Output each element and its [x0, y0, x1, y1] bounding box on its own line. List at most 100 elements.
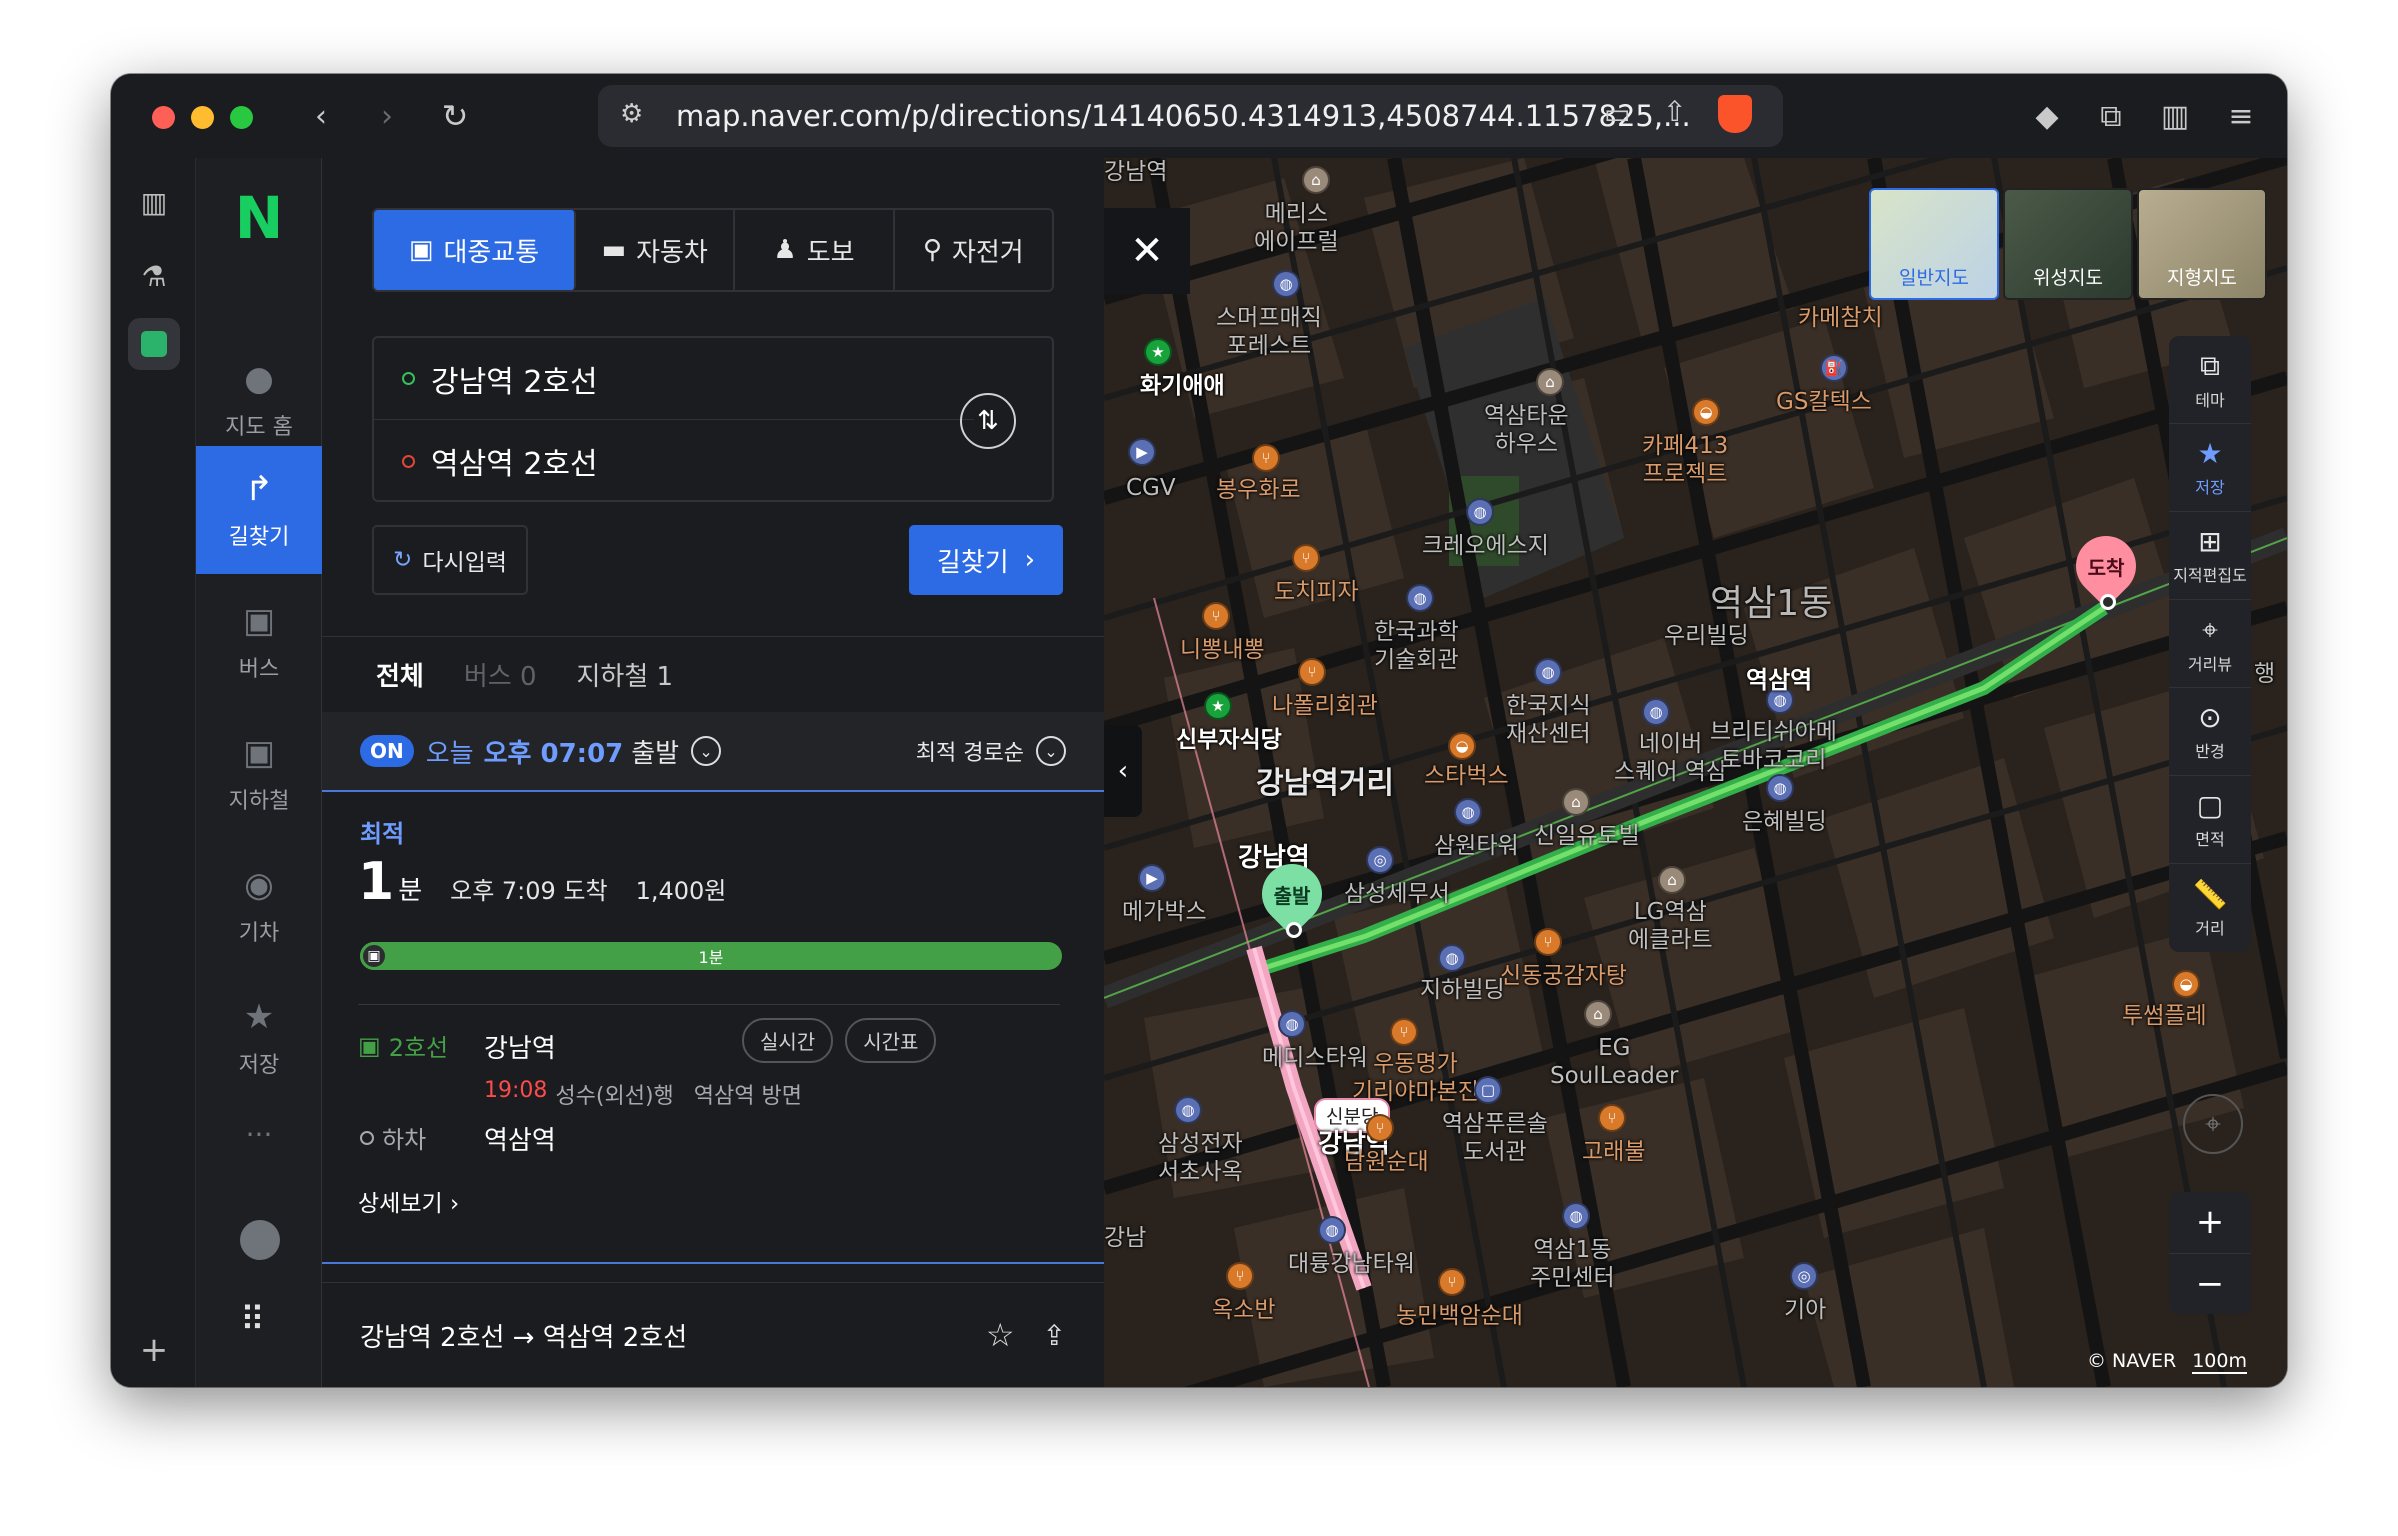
sort-select[interactable]: 최적 경로순: [916, 735, 1024, 767]
theme-tool[interactable]: ⧉ 테마: [2169, 336, 2251, 424]
poi-pin[interactable]: ◍: [1766, 774, 1794, 802]
minimize-window-button[interactable]: [191, 106, 214, 129]
restaurant-pin[interactable]: ⑂: [1390, 1018, 1418, 1046]
streetview-tool[interactable]: ⌖ 거리뷰: [2169, 600, 2251, 688]
extensions-icon[interactable]: ⧉: [2091, 94, 2131, 138]
mode-car[interactable]: ▬ 자동차: [576, 210, 736, 290]
profile-avatar[interactable]: [240, 1220, 280, 1260]
maximize-window-button[interactable]: [230, 106, 253, 129]
restaurant-pin[interactable]: ⑂: [1252, 444, 1280, 472]
nav-bus[interactable]: ▣ 버스: [196, 578, 322, 706]
naver-map-tab-icon[interactable]: [128, 318, 180, 370]
apps-grid-icon[interactable]: ⠿: [240, 1300, 265, 1340]
poi-pin[interactable]: ◍: [1534, 658, 1562, 686]
map-label[interactable]: 농민백암순대: [1396, 1302, 1523, 1330]
reset-button[interactable]: ↻ 다시입력: [372, 525, 528, 595]
map-label[interactable]: 스타벅스: [1424, 762, 1509, 790]
find-route-button[interactable]: 길찾기 ›: [909, 525, 1063, 595]
realtime-button[interactable]: 실시간: [742, 1018, 834, 1063]
poi-pin[interactable]: ◍: [1318, 1216, 1346, 1244]
map-label[interactable]: 행: [2254, 660, 2275, 688]
lab-icon[interactable]: ⚗: [128, 250, 180, 302]
map-label[interactable]: 삼원타워: [1434, 832, 1519, 860]
nav-map-home[interactable]: ● 지도 홈: [196, 336, 322, 464]
wallet-icon[interactable]: ◆: [2027, 94, 2067, 138]
map-label[interactable]: 나폴리회관: [1272, 692, 1378, 720]
restaurant-pin[interactable]: ⑂: [1598, 1104, 1626, 1132]
map-canvas[interactable]: ⌂ 메리스 에이프럴 ◍ 스머프매직 포레스트 ★ 화기애애 ▶ CGV ⑂ 봉우화…: [1104, 158, 2287, 1387]
swap-icon[interactable]: ⇅: [960, 393, 1016, 449]
brave-shield-icon[interactable]: [1718, 95, 1752, 133]
library-pin[interactable]: ▢: [1474, 1076, 1502, 1104]
map-label[interactable]: 강남: [1104, 1224, 1146, 1252]
share-icon[interactable]: ⇧: [1663, 95, 1686, 128]
sidebar-toggle-icon[interactable]: ▥: [2155, 94, 2195, 138]
locate-icon[interactable]: ⌖: [2183, 1094, 2243, 1154]
naver-logo[interactable]: N: [196, 184, 322, 252]
poi-pin[interactable]: ◍: [1406, 584, 1434, 612]
realtime-toggle[interactable]: ON: [360, 735, 414, 767]
url-text[interactable]: map.naver.com/p/directions/14140650.4314…: [676, 99, 1691, 133]
tab-all[interactable]: 전체: [376, 656, 424, 693]
collapse-panel-icon[interactable]: ‹: [1104, 725, 1142, 817]
map-label[interactable]: 강남역거리: [1256, 769, 1394, 799]
map-label[interactable]: 삼성전자 서초사옥: [1158, 1130, 1243, 1186]
mode-walk[interactable]: ♟ 도보: [735, 210, 895, 290]
map-label[interactable]: 투썸플레: [2122, 1002, 2207, 1030]
restaurant-pin[interactable]: ⑂: [1202, 602, 1230, 630]
map-label[interactable]: 크레오에스지: [1422, 532, 1549, 560]
cafe-pin[interactable]: ◒: [2172, 970, 2200, 998]
map-label[interactable]: 니뽕내뽕: [1180, 636, 1265, 664]
map-label[interactable]: 은혜빌딩: [1742, 808, 1827, 836]
restaurant-pin[interactable]: ⑂: [1366, 1114, 1394, 1142]
map-label[interactable]: LG역삼 에클라트: [1628, 898, 1713, 954]
address-bar[interactable]: ⚙ map.naver.com/p/directions/14140650.43…: [598, 85, 1783, 147]
map-label[interactable]: 역삼1동 주민센터: [1530, 1236, 1615, 1292]
close-icon[interactable]: ✕: [1104, 208, 1190, 294]
map-label[interactable]: 기아: [1784, 1296, 1826, 1324]
nav-subway[interactable]: ▣ 지하철: [196, 710, 322, 838]
tab-bus[interactable]: 버스 0: [464, 656, 537, 693]
origin-field[interactable]: 강남역 2호선: [374, 338, 974, 420]
map-label[interactable]: 우리빌딩: [1664, 622, 1749, 650]
map-label[interactable]: CGV: [1126, 474, 1176, 502]
nav-directions[interactable]: ↱ 길찾기: [196, 446, 322, 574]
poi-pin[interactable]: ◍: [1454, 798, 1482, 826]
more-menu[interactable]: ···: [196, 1118, 322, 1151]
poi-pin[interactable]: ◍: [1562, 1202, 1590, 1230]
cafe-pin[interactable]: ◒: [1448, 732, 1476, 760]
cinema-pin[interactable]: ▶: [1128, 438, 1156, 466]
departure-time[interactable]: 오후 07:07: [484, 733, 624, 770]
map-label[interactable]: 고래불: [1582, 1138, 1645, 1166]
zoom-in-icon[interactable]: +: [2169, 1192, 2251, 1254]
save-tool[interactable]: ★ 저장: [2169, 424, 2251, 512]
starred-place-pin[interactable]: ★: [1144, 338, 1172, 366]
map-label[interactable]: 역삼푸른솔 도서관: [1442, 1110, 1548, 1166]
route-card[interactable]: 최적 1 분 오후 7:09 도착 1,400원 ▣ 1분 ▣ 2호선 강남역 실…: [322, 794, 1104, 1264]
site-settings-icon[interactable]: ⚙: [620, 99, 643, 129]
restaurant-pin[interactable]: ⑂: [1298, 658, 1326, 686]
map-label[interactable]: 지하빌딩: [1420, 976, 1505, 1004]
map-label[interactable]: 담원순대: [1344, 1148, 1429, 1176]
starred-place-pin[interactable]: ★: [1204, 692, 1232, 720]
map-label[interactable]: 신부자식당: [1176, 726, 1282, 754]
distance-tool[interactable]: 📏 거리: [2169, 864, 2251, 952]
back-icon[interactable]: ‹: [301, 94, 341, 138]
map-label[interactable]: 메리스 에이프럴: [1254, 200, 1339, 256]
poi-pin[interactable]: ◍: [1278, 1010, 1306, 1038]
poi-pin[interactable]: ◎: [1790, 1262, 1818, 1290]
radius-tool[interactable]: ⊙ 반경: [2169, 688, 2251, 776]
close-window-button[interactable]: [152, 106, 175, 129]
map-label[interactable]: 한국과학 기술회관: [1374, 618, 1459, 674]
map-label[interactable]: 신일유토빌: [1534, 822, 1640, 850]
cafe-pin[interactable]: ◒: [1692, 398, 1720, 426]
poi-pin[interactable]: ◍: [1642, 698, 1670, 726]
mode-transit[interactable]: ▣ 대중교통: [374, 210, 576, 290]
map-label[interactable]: 대륭강남타워: [1288, 1250, 1415, 1278]
map-label[interactable]: 화기애애: [1140, 372, 1225, 400]
chevron-down-icon[interactable]: ⌄: [691, 736, 722, 766]
cinema-pin[interactable]: ▶: [1138, 864, 1166, 892]
cast-icon[interactable]: ▭: [1604, 97, 1630, 130]
restaurant-pin[interactable]: ⑂: [1534, 928, 1562, 956]
detail-link[interactable]: 상세보기 ›: [358, 1184, 459, 1218]
